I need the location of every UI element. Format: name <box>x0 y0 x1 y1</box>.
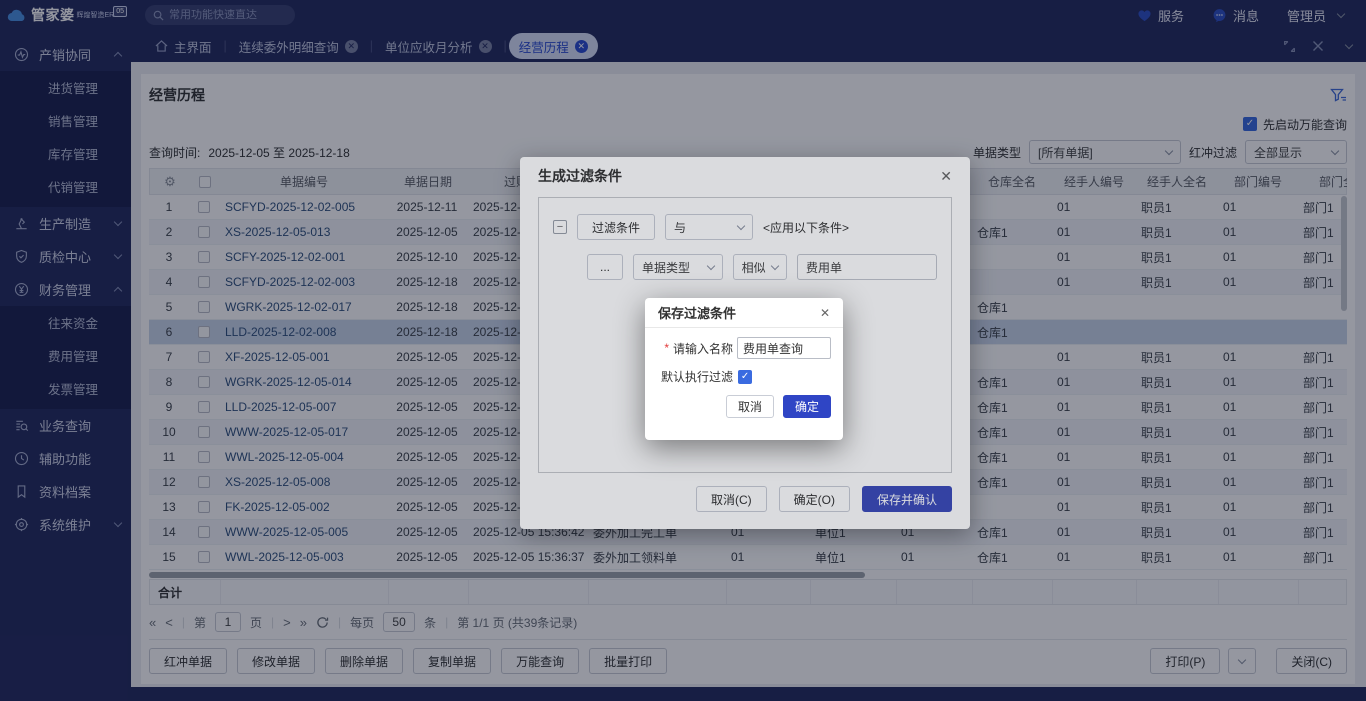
close-icon[interactable]: ✕ <box>820 306 830 320</box>
save-filter-modal: 保存过滤条件 ✕ * 请输入名称 默认执行过滤 ✓ 取消 确定 <box>645 298 843 440</box>
save-modal-title: 保存过滤条件 <box>658 303 736 322</box>
filter-name-input[interactable] <box>737 337 831 359</box>
save-ok-button[interactable]: 确定 <box>783 395 831 418</box>
app-window: 管家婆 辉煌智造ERP 05 服务 消息 管理员 产销协同进货管理销售管理库存管 <box>0 0 1366 701</box>
save-cancel-button[interactable]: 取消 <box>726 395 774 418</box>
required-asterisk: * <box>664 341 669 355</box>
default-filter-checkbox[interactable]: ✓ <box>738 370 752 384</box>
name-label: 请输入名称 <box>673 340 733 357</box>
default-filter-label: 默认执行过滤 <box>661 368 733 385</box>
